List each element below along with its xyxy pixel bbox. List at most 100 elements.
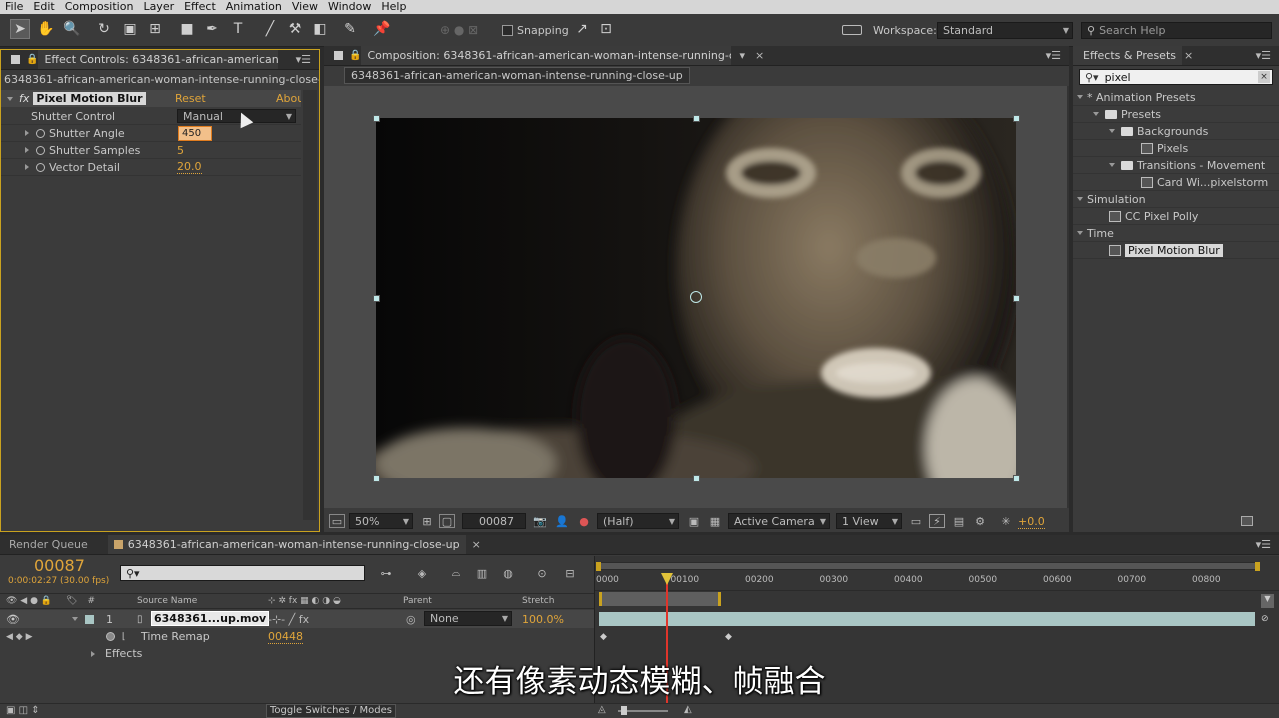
stopwatch-icon[interactable] — [36, 145, 45, 155]
tree-item[interactable]: Backgrounds — [1073, 123, 1279, 140]
tab-effect-controls[interactable]: Effect Controls: 6348361-african-america… — [38, 50, 279, 69]
current-time-field[interactable]: 00087 — [462, 513, 526, 529]
safe-zones-icon[interactable]: ⊞ — [419, 514, 435, 528]
tree-item[interactable]: Pixel Motion Blur — [1073, 242, 1279, 259]
stopwatch-icon[interactable] — [106, 632, 115, 641]
tab-effects-presets[interactable]: Effects & Presets — [1073, 46, 1182, 65]
resolution-dropdown[interactable]: (Half) ▼ — [597, 513, 679, 529]
toggle-switches-modes-button[interactable]: Toggle Switches / Modes — [266, 704, 396, 718]
lock-icon[interactable]: 🔒 — [349, 50, 361, 61]
label-color-swatch[interactable] — [85, 614, 94, 624]
parent-dropdown[interactable]: None ▼ — [424, 611, 512, 626]
graph-editor-icon[interactable]: ⊙ — [534, 566, 550, 580]
puppet-pin-tool-icon[interactable]: 📌 — [372, 19, 392, 39]
current-frame[interactable]: 00087 — [34, 556, 85, 575]
roto-brush-tool-icon[interactable]: ✎ — [340, 19, 360, 39]
pen-tool-icon[interactable]: ✒ — [202, 19, 222, 39]
hide-shy-layers-icon[interactable]: ⌓ — [448, 566, 464, 580]
workspace-dropdown[interactable]: Standard ▼ — [937, 22, 1073, 39]
view-layout-dropdown[interactable]: 1 View ▼ — [836, 513, 902, 529]
hand-tool-icon[interactable]: ✋ — [36, 19, 56, 39]
zoom-slider[interactable] — [618, 706, 668, 715]
channel-icon[interactable]: ● — [576, 514, 592, 528]
camera-dropdown[interactable]: Active Camera ▼ — [728, 513, 830, 529]
snapping-checkbox[interactable] — [502, 25, 513, 36]
rectangle-tool-icon[interactable]: ■ — [177, 19, 197, 39]
flowchart-icon[interactable]: ⚙ — [972, 514, 988, 528]
close-icon[interactable]: × — [1184, 49, 1193, 62]
workspace-layout-icon[interactable] — [842, 25, 862, 35]
anchor-point-icon[interactable] — [690, 291, 702, 303]
stretch-value[interactable]: 100.0% — [522, 613, 564, 626]
zoom-out-icon[interactable]: ◬ — [598, 704, 606, 715]
panel-menu-icon[interactable]: ▾☰ — [1256, 49, 1271, 62]
keyframe-icon[interactable]: ◆ — [600, 632, 607, 642]
menu-item-animation[interactable]: Animation — [221, 0, 287, 14]
motion-blur-icon[interactable]: ◍ — [500, 566, 516, 580]
transform-handle[interactable] — [693, 475, 700, 482]
zoom-slider-thumb[interactable] — [621, 706, 627, 715]
stopwatch-icon[interactable] — [36, 128, 45, 138]
text-tool-icon[interactable]: T — [228, 19, 248, 39]
column-source-name[interactable]: Source Name — [137, 596, 197, 606]
tree-item[interactable]: Card Wi...pixelstorm — [1073, 174, 1279, 191]
pickwhip-icon[interactable]: ◎ — [406, 613, 416, 626]
menu-item-composition[interactable]: Composition — [60, 0, 139, 14]
magnification-dropdown[interactable]: 50% ▼ — [349, 513, 413, 529]
menu-item-layer[interactable]: Layer — [138, 0, 179, 14]
brush-tool-icon[interactable]: ╱ — [260, 19, 280, 39]
pixel-aspect-icon[interactable]: ▭ — [908, 514, 924, 528]
reset-link[interactable]: Reset — [175, 92, 206, 105]
snapping-toggle[interactable]: Snapping — [502, 24, 569, 37]
layer-name[interactable]: 6348361...up.mov — [151, 611, 270, 626]
panel-menu-icon[interactable]: ▾☰ — [1256, 538, 1271, 551]
tree-item[interactable]: Simulation — [1073, 191, 1279, 208]
tree-item[interactable]: Time — [1073, 225, 1279, 242]
keyframe-icon[interactable]: ◆ — [725, 632, 732, 642]
scroll-down-icon[interactable]: ▼ — [1261, 594, 1274, 608]
fast-previews-icon[interactable]: ⚡ — [929, 514, 945, 528]
panel-close-box-icon[interactable] — [334, 51, 343, 60]
eraser-tool-icon[interactable]: ◧ — [310, 19, 330, 39]
camera-tool-icon[interactable]: ▣ — [120, 19, 140, 39]
expand-triangle-icon[interactable] — [72, 617, 78, 621]
show-snapshot-icon[interactable]: 👤 — [554, 514, 570, 528]
zoom-in-icon[interactable]: ◭ — [684, 704, 692, 715]
graph-icon[interactable]: ⌊ — [122, 632, 126, 642]
footer-toggle-icons[interactable]: ▣ ◫ ⇕ — [6, 705, 40, 716]
transform-handle[interactable] — [373, 475, 380, 482]
search-help-field[interactable]: ⚲ Search Help — [1081, 22, 1272, 39]
expand-triangle-icon[interactable] — [1077, 197, 1083, 201]
tree-item[interactable]: * Animation Presets — [1073, 89, 1279, 106]
transparency-grid-icon[interactable]: ▦ — [707, 514, 723, 528]
menu-item-edit[interactable]: Edit — [28, 0, 59, 14]
timeline-search-input[interactable]: ⚲▾ — [120, 565, 365, 581]
keyframe-nav-icons[interactable]: ◀ ◆ ▶ — [6, 632, 33, 642]
effects-search-input[interactable]: ⚲▾ pixel × — [1079, 69, 1273, 85]
layer-duration-bar[interactable] — [599, 612, 1255, 626]
menu-item-effect[interactable]: Effect — [179, 0, 221, 14]
panel-menu-icon[interactable]: ▾☰ — [1046, 49, 1061, 62]
timeline-icon[interactable]: ▤ — [951, 514, 967, 528]
expand-triangle-icon[interactable] — [25, 147, 29, 153]
snapshot-icon[interactable]: 📷 — [532, 514, 548, 528]
zoom-tool-icon[interactable]: 🔍 — [62, 19, 82, 39]
exposure-value[interactable]: +0.0 — [1018, 515, 1045, 529]
region-of-interest-icon[interactable]: ▣ — [686, 514, 702, 528]
snap-feature-icon[interactable]: ↗ — [572, 19, 592, 39]
selection-tool-icon[interactable]: ➤ — [10, 19, 30, 39]
shutter-angle-input[interactable]: 450 — [178, 126, 212, 141]
work-area-bar[interactable] — [599, 592, 721, 606]
exposure-icon[interactable]: ✳ — [998, 514, 1014, 528]
panel-close-box-icon[interactable] — [11, 55, 20, 64]
expand-triangle-icon[interactable] — [1077, 231, 1083, 235]
panel-menu-icon[interactable]: ▾☰ — [296, 53, 311, 66]
fx-icon[interactable]: fx — [19, 92, 29, 105]
always-preview-icon[interactable]: ▭ — [329, 514, 345, 528]
brainstorm-icon[interactable]: ⊟ — [562, 566, 578, 580]
tree-item[interactable]: Presets — [1073, 106, 1279, 123]
expand-triangle-icon[interactable] — [25, 130, 29, 136]
new-bin-icon[interactable] — [1241, 516, 1253, 526]
time-remap-value[interactable]: 00448 — [268, 630, 303, 644]
layer-switches[interactable]: -⊹- ╱ fx — [268, 613, 309, 626]
